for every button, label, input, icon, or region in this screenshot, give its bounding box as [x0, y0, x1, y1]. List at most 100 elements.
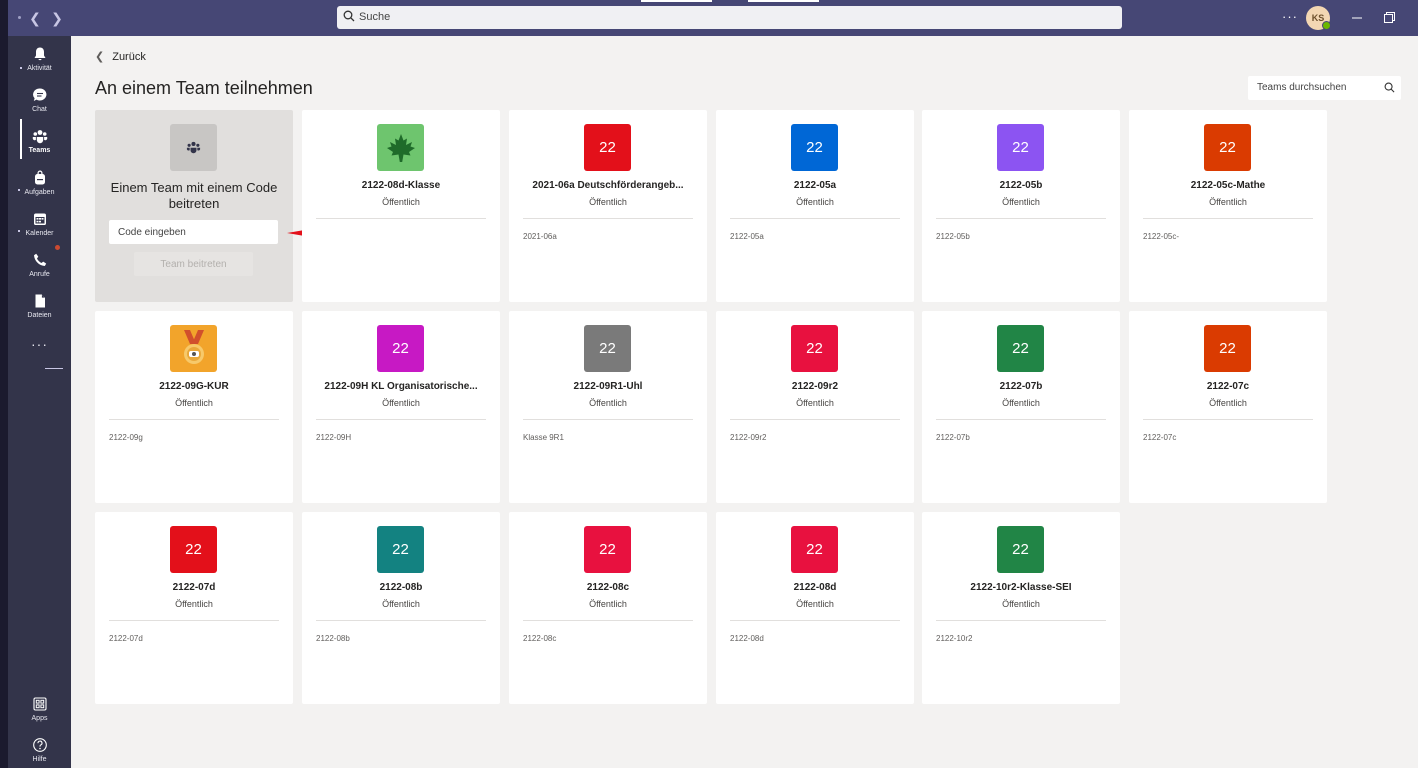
team-name: 2122-09H KL Organisatorische... [324, 381, 478, 392]
bell-icon [34, 47, 46, 61]
back-link[interactable]: ❮ Zurück [95, 50, 146, 63]
card-divider [1143, 419, 1313, 420]
team-visibility: Öffentlich [589, 398, 627, 408]
team-card[interactable]: 22 2122-09R1-Uhl Öffentlich Klasse 9R1 [509, 311, 707, 503]
team-tile: 22 [997, 325, 1044, 372]
team-visibility: Öffentlich [1002, 599, 1040, 609]
join-card-title: Einem Team mit einem Code beitreten [110, 180, 278, 211]
team-name: 2122-08b [379, 582, 423, 593]
presence-status-icon [1322, 21, 1331, 30]
team-visibility: Öffentlich [1209, 197, 1247, 207]
team-visibility: Öffentlich [175, 599, 213, 609]
rail-item-chat[interactable]: Chat [8, 83, 71, 123]
team-visibility: Öffentlich [796, 197, 834, 207]
team-tile: 22 [791, 325, 838, 372]
search-placeholder: Suche [359, 11, 391, 23]
team-tile: 22 [377, 526, 424, 573]
team-tile: 22 [1204, 325, 1251, 372]
card-divider [730, 419, 900, 420]
team-card[interactable]: 22 2122-08c Öffentlich 2122-08c [509, 512, 707, 704]
rail-item-calendar[interactable]: Kalender [8, 207, 71, 247]
minimize-icon[interactable] [1350, 10, 1364, 26]
tab-indicator [748, 0, 819, 2]
search-icon [1384, 82, 1395, 93]
team-tile: 22 [791, 526, 838, 573]
more-options-icon[interactable]: ··· [1282, 9, 1298, 24]
back-arrow-icon[interactable]: ❮ [26, 9, 44, 27]
rail-item-activity[interactable]: Aktivität [8, 42, 71, 82]
team-card[interactable]: 22 2122-08d Öffentlich 2122-08d [716, 512, 914, 704]
team-tile: 22 [791, 124, 838, 171]
app-rail: Aktivität Chat Teams Aufgaben Kalender A… [8, 36, 71, 768]
team-description: 2122-05c- [1143, 232, 1180, 241]
team-description: 2122-05a [730, 232, 764, 241]
notification-badge [55, 245, 60, 250]
team-visibility: Öffentlich [382, 599, 420, 609]
join-team-button[interactable]: Team beitreten [134, 252, 253, 276]
team-card[interactable]: 22 2122-07b Öffentlich 2122-07b [922, 311, 1120, 503]
team-card[interactable]: 22 2122-05c-Mathe Öffentlich 2122-05c- [1129, 110, 1327, 302]
team-search-placeholder: Teams durchsuchen [1257, 82, 1347, 93]
team-tile: 22 [170, 526, 217, 573]
team-visibility: Öffentlich [382, 197, 420, 207]
team-name: 2122-08d-Klasse [361, 180, 441, 191]
team-card[interactable]: 22 2122-05a Öffentlich 2122-05a [716, 110, 914, 302]
rail-label: Hilfe [32, 756, 47, 763]
card-divider [523, 218, 693, 219]
calendar-icon [34, 213, 46, 225]
team-visibility: Öffentlich [589, 599, 627, 609]
search-box[interactable]: Suche [337, 6, 1122, 29]
team-description: 2122-08d [730, 634, 764, 643]
teams-icon [32, 130, 48, 144]
rail-item-calls[interactable]: Anrufe [8, 248, 71, 288]
team-description: 2122-10r2 [936, 634, 973, 643]
window-edge [0, 0, 8, 768]
team-card[interactable]: 22 2122-05b Öffentlich 2122-05b [922, 110, 1120, 302]
rail-item-assignments[interactable]: Aufgaben [8, 166, 71, 206]
restore-icon[interactable] [1382, 10, 1396, 26]
rail-label: Anrufe [29, 271, 50, 278]
team-card[interactable]: 22 2122-09r2 Öffentlich 2122-09r2 [716, 311, 914, 503]
team-description: 2122-07b [936, 433, 970, 442]
more-apps-icon[interactable]: ··· [8, 336, 71, 352]
team-tile: 22 [584, 124, 631, 171]
team-description: 2122-07c [1143, 433, 1177, 442]
team-description: 2122-07d [109, 634, 143, 643]
team-card[interactable]: 22 2122-09H KL Organisatorische... Öffen… [302, 311, 500, 503]
team-name: 2122-05c-Mathe [1190, 180, 1266, 191]
card-divider [936, 419, 1106, 420]
rail-label: Aktivität [27, 65, 52, 72]
file-icon [35, 294, 45, 308]
team-search-box[interactable]: Teams durchsuchen [1248, 76, 1401, 100]
team-tile: 22 [1204, 124, 1251, 171]
rail-item-help[interactable]: Hilfe [8, 733, 71, 768]
team-visibility: Öffentlich [175, 398, 213, 408]
team-name: 2122-05b [999, 180, 1043, 191]
rail-active-indicator [20, 119, 22, 159]
rail-item-teams[interactable]: Teams [8, 124, 71, 164]
team-visibility: Öffentlich [796, 599, 834, 609]
rail-item-files[interactable]: Dateien [8, 289, 71, 329]
team-visibility: Öffentlich [796, 398, 834, 408]
rail-label: Chat [32, 106, 47, 113]
team-card[interactable]: 2122-09G-KÜR Öffentlich 2122-09g [95, 311, 293, 503]
team-description: 2122-09g [109, 433, 143, 442]
team-tile: 22 [997, 526, 1044, 573]
team-card[interactable]: 2122-08d-Klasse Öffentlich [302, 110, 500, 302]
team-card[interactable]: 22 2021-06a Deutschförderangeb... Öffent… [509, 110, 707, 302]
forward-arrow-icon[interactable]: ❯ [48, 9, 66, 27]
team-card[interactable]: 22 2122-07c Öffentlich 2122-07c [1129, 311, 1327, 503]
team-card[interactable]: 22 2122-08b Öffentlich 2122-08b [302, 512, 500, 704]
nav-dot [18, 16, 21, 19]
team-card[interactable]: 22 2122-10r2-Klasse-SEI Öffentlich 2122-… [922, 512, 1120, 704]
team-description: 2122-08b [316, 634, 350, 643]
team-card[interactable]: 22 2122-07d Öffentlich 2122-07d [95, 512, 293, 704]
card-divider [316, 419, 486, 420]
card-divider [936, 620, 1106, 621]
help-icon [33, 738, 47, 752]
maple-leaf-icon [386, 133, 415, 162]
team-description: 2122-09H [316, 433, 352, 442]
rail-item-apps[interactable]: Apps [8, 692, 71, 732]
card-divider [730, 620, 900, 621]
code-input[interactable] [109, 220, 278, 244]
